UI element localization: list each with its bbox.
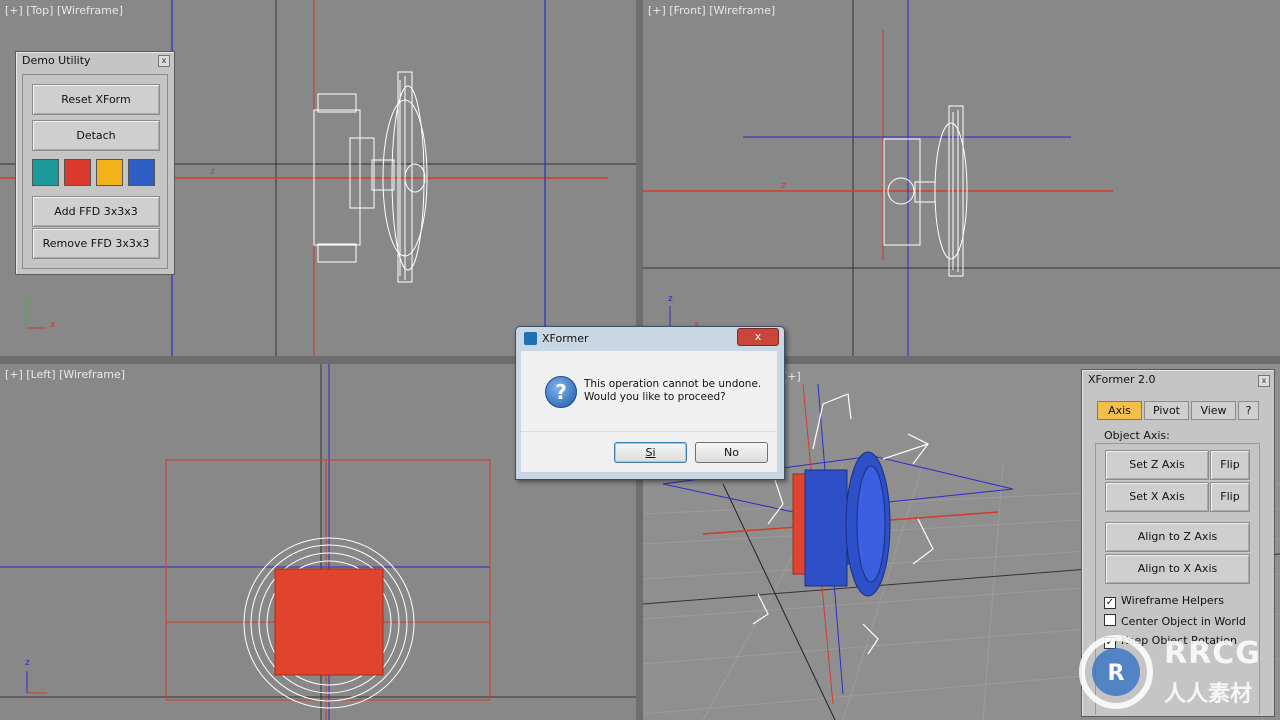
center-object-label: Center Object in World [1121, 615, 1246, 628]
front-wireframe-canvas: z [643, 0, 1280, 356]
no-button[interactable]: No [695, 442, 768, 463]
confirm-dialog: XFormer x ? This operation cannot be und… [515, 326, 785, 480]
viewport-left-label[interactable]: [+] [Left] [Wireframe] [5, 368, 125, 381]
color-swatch-teal[interactable] [32, 159, 59, 186]
top-axis-x-label: x [50, 320, 56, 330]
flip-z-button[interactable]: Flip [1210, 450, 1250, 480]
dialog-footer: Si No [521, 431, 777, 472]
tab-axis[interactable]: Axis [1097, 401, 1142, 420]
watermark-logo-text: RRCG [1164, 636, 1261, 671]
wireframe-helpers-option[interactable]: ✓ Wireframe Helpers [1104, 594, 1224, 609]
color-swatch-red[interactable] [64, 159, 91, 186]
yes-button[interactable]: Si [614, 442, 687, 463]
dialog-titlebar[interactable]: XFormer x [516, 327, 784, 351]
set-z-axis-button[interactable]: Set Z Axis [1105, 450, 1209, 480]
flip-x-button[interactable]: Flip [1210, 482, 1250, 512]
left-axis-z-label: z [25, 658, 30, 668]
center-object-option[interactable]: Center Object in World [1104, 614, 1246, 628]
xformer-close-button[interactable]: x [1258, 375, 1270, 387]
object-axis-group-label: Object Axis: [1101, 429, 1173, 442]
dialog-message: This operation cannot be undone. Would y… [584, 378, 761, 404]
top-axis-y-label: y [24, 294, 30, 304]
detach-button[interactable]: Detach [32, 120, 160, 151]
wireframe-helpers-label: Wireframe Helpers [1121, 594, 1224, 607]
dialog-message-line2: Would you like to proceed? [584, 391, 726, 403]
dialog-close-button[interactable]: x [737, 328, 779, 346]
demo-utility-body: Reset XForm Detach Add FFD 3x3x3 Remove … [22, 74, 168, 269]
demo-utility-panel: Demo Utility x Reset XForm Detach Add FF… [15, 51, 175, 275]
yes-button-label: Si [645, 446, 656, 459]
no-button-label: No [724, 446, 739, 459]
remove-ffd-button[interactable]: Remove FFD 3x3x3 [32, 228, 160, 259]
watermark-subtitle: 人人素材 [1164, 682, 1253, 707]
center-object-checkbox[interactable] [1104, 614, 1116, 626]
dialog-body: ? This operation cannot be undone. Would… [521, 351, 777, 431]
xformer-title: XFormer 2.0 [1088, 373, 1156, 386]
front-axis-z-label: z [668, 294, 673, 304]
add-ffd-button[interactable]: Add FFD 3x3x3 [32, 196, 160, 227]
viewport-front[interactable]: z [+] [Front] [Wireframe] z x [643, 0, 1280, 356]
set-x-axis-button[interactable]: Set X Axis [1105, 482, 1209, 512]
question-icon: ? [545, 376, 577, 408]
tab-help[interactable]: ? [1238, 401, 1259, 420]
rrcg-logo-icon: R [1079, 635, 1153, 709]
xformer-titlebar[interactable]: XFormer 2.0 x [1082, 370, 1274, 390]
tab-view[interactable]: View [1191, 401, 1236, 420]
svg-text:z: z [781, 181, 786, 191]
watermark: R RRCG 人人素材 [1078, 632, 1278, 716]
demo-utility-title: Demo Utility [22, 54, 91, 67]
color-swatch-blue[interactable] [128, 159, 155, 186]
align-to-z-axis-button[interactable]: Align to Z Axis [1105, 522, 1250, 552]
color-swatch-yellow[interactable] [96, 159, 123, 186]
demo-utility-titlebar[interactable]: Demo Utility x [16, 52, 174, 70]
viewport-front-label[interactable]: [+] [Front] [Wireframe] [648, 4, 775, 17]
svg-text:R: R [1108, 661, 1125, 686]
dialog-message-line1: This operation cannot be undone. [584, 378, 762, 390]
tab-pivot[interactable]: Pivot [1144, 401, 1189, 420]
svg-text:z: z [210, 167, 215, 177]
dialog-title: XFormer [542, 332, 589, 345]
viewport-top-label[interactable]: [+] [Top] [Wireframe] [5, 4, 123, 17]
reset-xform-button[interactable]: Reset XForm [32, 84, 160, 115]
demo-utility-close-button[interactable]: x [158, 55, 170, 67]
viewport-perspective-label[interactable]: [+] [783, 370, 801, 383]
app-icon [524, 332, 537, 345]
wireframe-helpers-checkbox[interactable]: ✓ [1104, 597, 1116, 609]
align-to-x-axis-button[interactable]: Align to X Axis [1105, 554, 1250, 584]
